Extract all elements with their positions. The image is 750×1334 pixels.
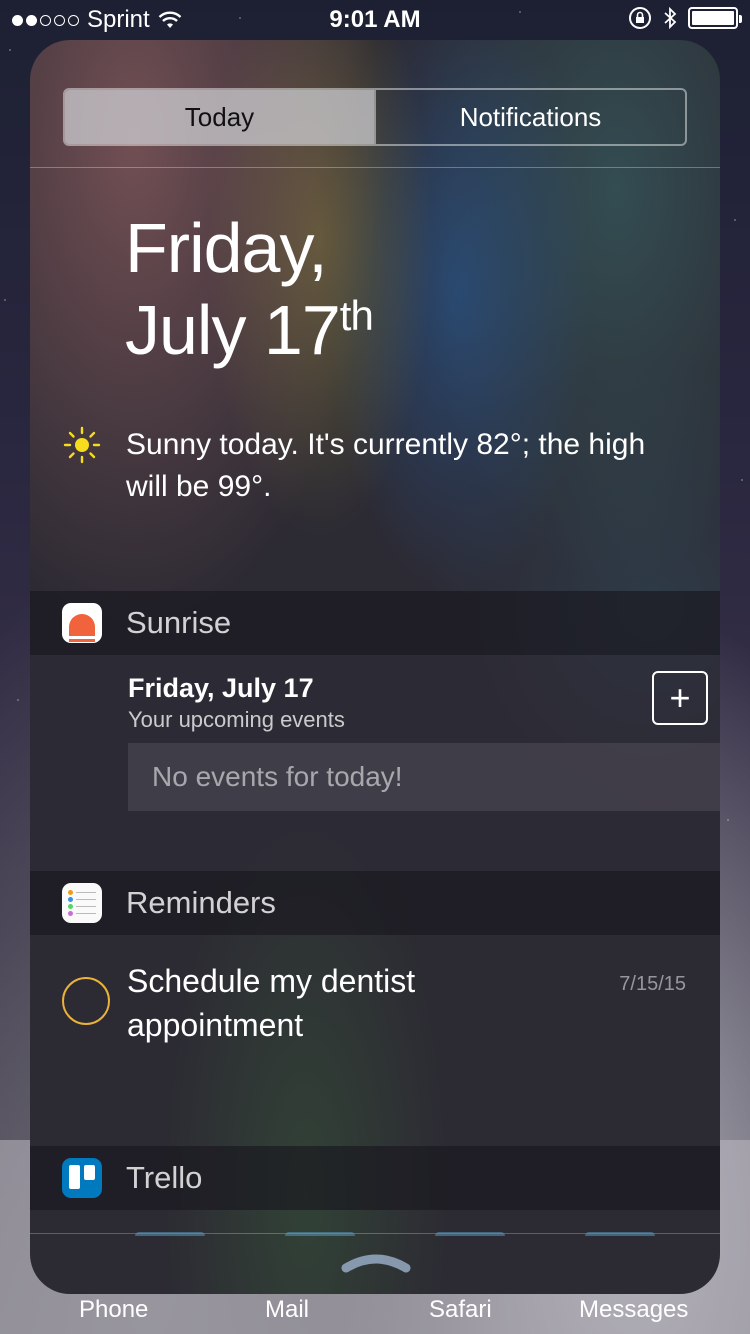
trello-board-tab[interactable] xyxy=(135,1232,205,1236)
no-events-message: No events for today! xyxy=(128,743,720,811)
notification-center-panel: Today Notifications Friday, July 17th Su… xyxy=(30,40,720,1294)
trello-board-tab[interactable] xyxy=(435,1232,505,1236)
widget-header-trello[interactable]: Trello xyxy=(30,1146,720,1210)
calendar-day-label: Friday, July 17 xyxy=(128,673,314,703)
widget-title-sunrise: Sunrise xyxy=(126,605,232,640)
sun-icon xyxy=(63,426,101,464)
reminder-due-date: 7/15/15 xyxy=(619,973,686,995)
trello-board-tab[interactable] xyxy=(285,1232,355,1236)
header-divider xyxy=(30,167,720,168)
date-month-day: July 17th xyxy=(125,290,374,370)
dock-app-mail[interactable]: Mail xyxy=(265,1296,309,1324)
status-bar: Sprint 9:01 AM xyxy=(0,0,750,40)
add-event-button[interactable]: + xyxy=(652,671,708,725)
battery-icon xyxy=(688,7,742,29)
rotation-lock-icon xyxy=(629,7,651,29)
tab-today[interactable]: Today xyxy=(65,90,374,144)
calendar-subtitle: Your upcoming events xyxy=(128,707,345,732)
widget-title-trello: Trello xyxy=(126,1160,203,1195)
widget-header-reminders[interactable]: Reminders xyxy=(30,871,720,935)
dock-app-phone[interactable]: Phone xyxy=(79,1296,148,1324)
trello-app-icon xyxy=(62,1158,102,1198)
date-month-day-text: July 17 xyxy=(125,291,341,369)
bluetooth-icon xyxy=(664,6,677,30)
reminders-app-icon xyxy=(62,883,102,923)
dock-labels: Phone Mail Safari Messages xyxy=(0,1296,750,1332)
grabber-handle-icon[interactable] xyxy=(340,1252,412,1274)
status-right xyxy=(628,6,742,30)
weather-summary: Sunny today. It's currently 82°; the hig… xyxy=(63,424,683,508)
segmented-control: Today Notifications xyxy=(63,88,687,146)
widget-header-sunrise[interactable]: Sunrise xyxy=(30,591,720,655)
date-weekday: Friday, xyxy=(125,209,328,287)
widget-title-reminders: Reminders xyxy=(126,885,276,920)
trello-widget-body xyxy=(30,1210,720,1240)
reminder-checkbox[interactable] xyxy=(62,977,110,1025)
sunrise-widget-body: Friday, July 17 Your upcoming events + N… xyxy=(30,655,720,871)
dock-app-messages[interactable]: Messages xyxy=(579,1296,688,1324)
tab-notifications[interactable]: Notifications xyxy=(374,90,685,144)
reminder-list-item: Schedule my dentist appointment 7/15/15 xyxy=(30,935,720,1145)
weather-text: Sunny today. It's currently 82°; the hig… xyxy=(126,428,646,503)
reminder-title[interactable]: Schedule my dentist appointment xyxy=(127,959,547,1047)
trello-board-tab[interactable] xyxy=(585,1232,655,1236)
date-ordinal-suffix: th xyxy=(339,292,374,339)
sunrise-app-icon xyxy=(62,603,102,643)
dock-app-safari[interactable]: Safari xyxy=(429,1296,492,1324)
